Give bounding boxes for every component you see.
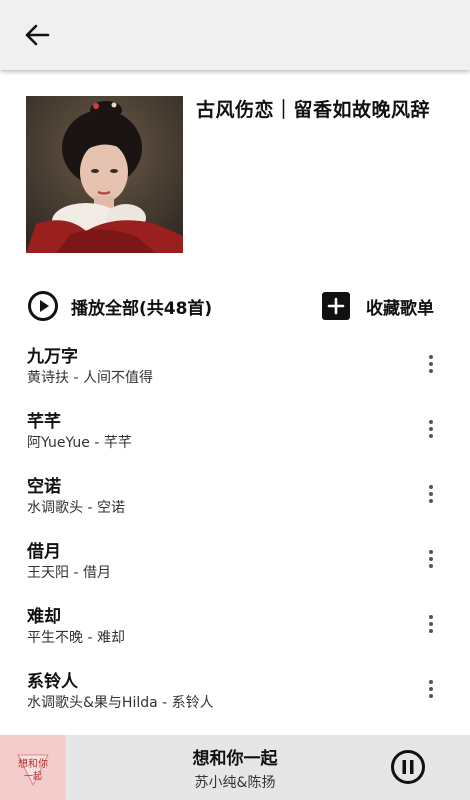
play-circle-icon xyxy=(28,291,58,321)
more-options-icon[interactable] xyxy=(420,546,442,572)
song-list: 九万字 黄诗扶 - 人间不值得 芊芊 阿YueYue - 芊芊 空诺 水调歌头 … xyxy=(0,335,470,725)
song-item[interactable]: 难却 平生不晚 - 难却 xyxy=(0,595,470,660)
song-title: 芊芊 xyxy=(27,412,61,432)
playlist-cover-image xyxy=(26,96,183,253)
now-playing-cover[interactable]: 想和你 一起 xyxy=(0,735,66,800)
playlist-actions: 播放全部(共48首) 收藏歌单 xyxy=(0,280,470,332)
play-all-button[interactable]: 播放全部(共48首) xyxy=(27,289,212,323)
playlist-title: 古风伤恋｜留香如故晚风辞 xyxy=(196,99,431,121)
pause-button[interactable] xyxy=(390,749,426,785)
playlist-header: 古风伤恋｜留香如故晚风辞 xyxy=(0,70,470,280)
song-artist-album: 黄诗扶 - 人间不值得 xyxy=(27,370,153,386)
song-item[interactable]: 九万字 黄诗扶 - 人间不值得 xyxy=(0,335,470,400)
collect-playlist-button[interactable]: 收藏歌单 xyxy=(322,289,434,323)
song-item[interactable]: 芊芊 阿YueYue - 芊芊 xyxy=(0,400,470,465)
song-artist-album: 水调歌头 - 空诺 xyxy=(27,500,125,516)
song-title: 九万字 xyxy=(27,347,78,367)
song-artist-album: 平生不晚 - 难却 xyxy=(27,630,125,646)
song-item[interactable]: 系铃人 水调歌头&果与Hilda - 系铃人 xyxy=(0,660,470,725)
play-all-label: 播放全部(共48首) xyxy=(71,298,213,319)
more-options-icon[interactable] xyxy=(420,611,442,637)
song-title: 借月 xyxy=(27,542,61,562)
arrow-left-icon xyxy=(25,24,50,46)
song-title: 空诺 xyxy=(27,477,61,497)
song-artist-album: 王天阳 - 借月 xyxy=(27,565,111,581)
song-title: 难却 xyxy=(27,607,61,627)
song-item[interactable]: 空诺 水调歌头 - 空诺 xyxy=(0,465,470,530)
svg-text:想和你: 想和你 xyxy=(18,757,48,770)
top-app-bar xyxy=(0,0,470,70)
back-button[interactable] xyxy=(18,16,56,54)
now-playing-bar[interactable]: 想和你 一起 想和你一起 苏小纯&陈扬 xyxy=(0,735,470,800)
more-options-icon[interactable] xyxy=(420,351,442,377)
svg-text:一起: 一起 xyxy=(24,771,42,782)
more-options-icon[interactable] xyxy=(420,481,442,507)
plus-square-icon xyxy=(322,292,350,320)
more-options-icon[interactable] xyxy=(420,416,442,442)
now-playing-artist: 苏小纯&陈扬 xyxy=(194,775,276,791)
song-artist-album: 阿YueYue - 芊芊 xyxy=(27,435,132,451)
collect-playlist-label: 收藏歌单 xyxy=(366,298,434,319)
more-options-icon[interactable] xyxy=(420,676,442,702)
song-artist-album: 水调歌头&果与Hilda - 系铃人 xyxy=(27,695,214,711)
now-playing-title: 想和你一起 xyxy=(192,749,278,769)
pause-circle-icon xyxy=(391,750,425,784)
song-item[interactable]: 借月 王天阳 - 借月 xyxy=(0,530,470,595)
song-title: 系铃人 xyxy=(27,672,78,692)
